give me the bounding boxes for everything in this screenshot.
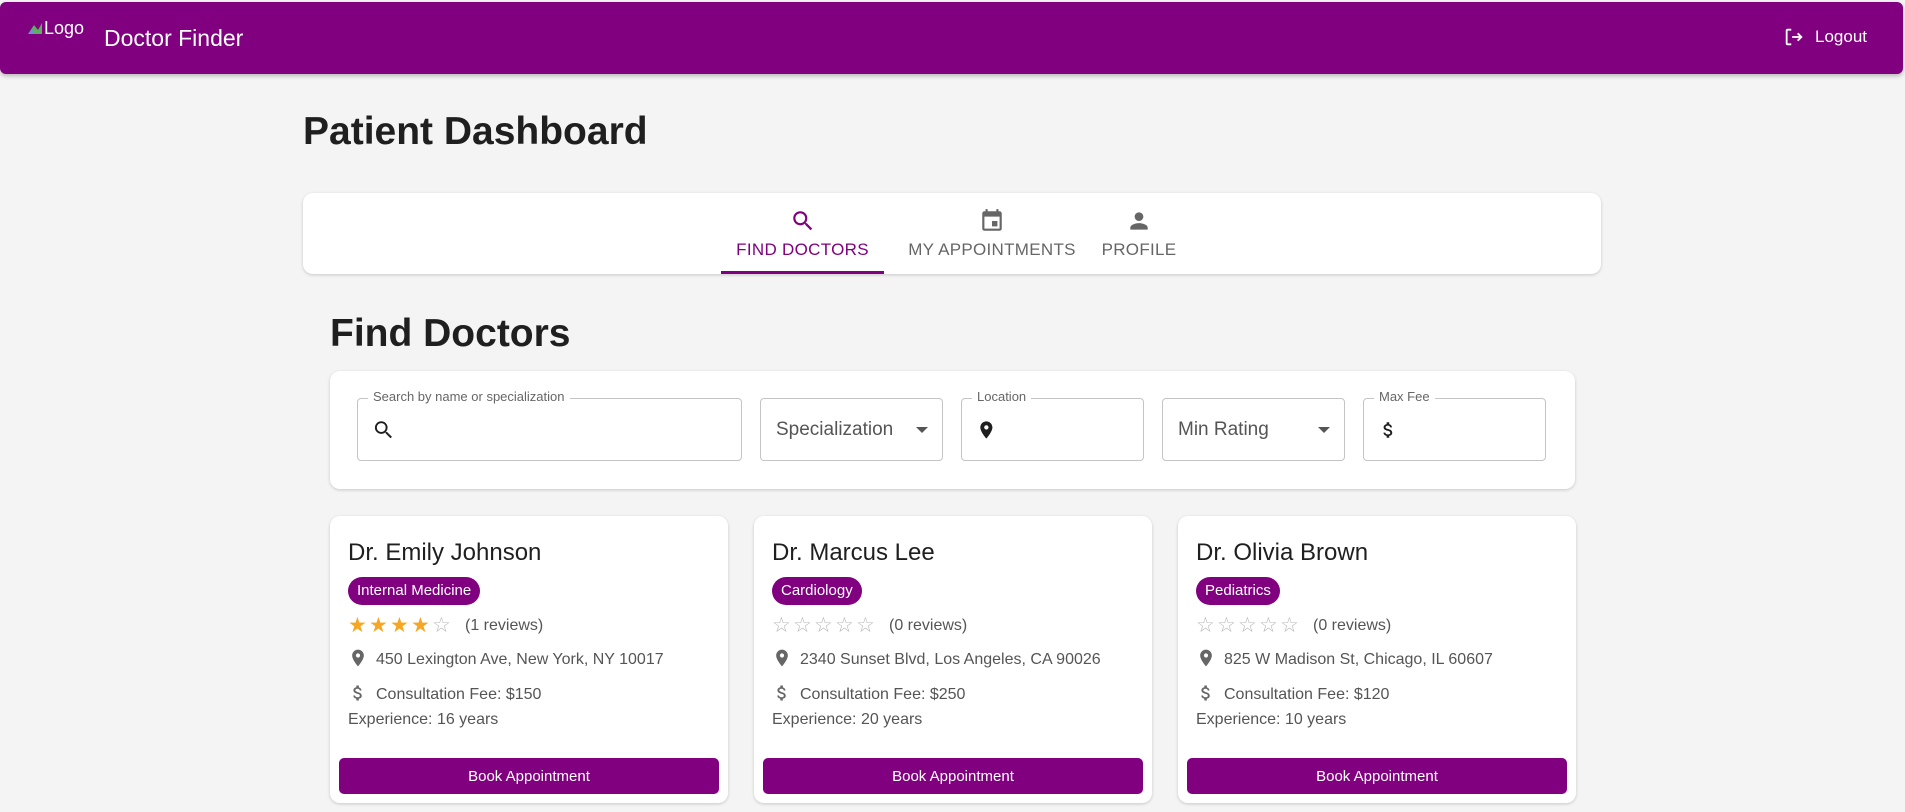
- star-empty-icon: ☆: [1238, 614, 1257, 637]
- doctor-name: Dr. Marcus Lee: [772, 539, 935, 566]
- specialization-chip: Pediatrics: [1196, 577, 1280, 605]
- star-filled-icon: ★: [348, 614, 367, 637]
- location-pin-icon: [352, 649, 364, 667]
- logout-label: Logout: [1815, 27, 1867, 46]
- rating-stars: ☆ ☆ ☆ ☆ ☆ (0 reviews): [1196, 615, 1391, 636]
- address-row: 825 W Madison St, Chicago, IL 60607: [1196, 647, 1493, 669]
- star-empty-icon: ☆: [835, 614, 854, 637]
- doctor-name: Dr. Emily Johnson: [348, 539, 542, 566]
- tab-label: MY APPOINTMENTS: [908, 239, 1076, 259]
- tab-my-appointments[interactable]: MY APPOINTMENTS: [896, 193, 1088, 274]
- star-empty-icon: ☆: [1217, 614, 1236, 637]
- review-count: (1 reviews): [465, 616, 544, 634]
- tab-find-doctors[interactable]: FIND DOCTORS: [721, 193, 884, 274]
- section-title: Find Doctors: [330, 312, 571, 355]
- search-icon: [792, 210, 812, 230]
- experience: Experience: 20 years: [772, 711, 923, 728]
- review-count: (0 reviews): [889, 616, 968, 634]
- consultation-fee: Consultation Fee: $250: [800, 686, 966, 703]
- star-empty-icon: ☆: [814, 614, 833, 637]
- specialization-chip: Cardiology: [772, 577, 862, 605]
- location-pin-icon: [980, 420, 993, 439]
- tab-label: PROFILE: [1101, 239, 1177, 259]
- max-fee-field-label: Max Fee: [1374, 389, 1435, 404]
- filter-panel: Search by name or specialization Special…: [330, 371, 1575, 489]
- address-row: 2340 Sunset Blvd, Los Angeles, CA 90026: [772, 647, 1101, 669]
- specialization-select[interactable]: Specialization: [760, 398, 943, 461]
- doctor-name: Dr. Olivia Brown: [1196, 539, 1369, 566]
- location-pin-icon: [776, 649, 788, 667]
- logout-button[interactable]: Logout: [1783, 26, 1867, 48]
- dollar-icon: [1201, 685, 1210, 701]
- person-icon: [1130, 211, 1148, 230]
- star-empty-icon: ☆: [1196, 614, 1215, 637]
- search-field-label: Search by name or specialization: [368, 389, 570, 404]
- tab-label: FIND DOCTORS: [736, 239, 869, 259]
- star-empty-icon: ☆: [1259, 614, 1278, 637]
- active-tab-indicator: [721, 271, 884, 274]
- star-empty-icon: ☆: [772, 614, 791, 637]
- experience: Experience: 16 years: [348, 711, 499, 728]
- chevron-down-icon: [1318, 426, 1330, 433]
- location-field[interactable]: Location: [961, 389, 1144, 461]
- page-title: Patient Dashboard: [303, 110, 648, 153]
- book-appointment-button[interactable]: Book Appointment: [763, 758, 1143, 794]
- doctor-card: Dr. Marcus Lee Cardiology ☆ ☆ ☆ ☆ ☆ (0 reviews)…: [754, 516, 1152, 803]
- star-empty-icon: ☆: [432, 614, 451, 637]
- book-appointment-button[interactable]: Book Appointment: [1187, 758, 1567, 794]
- location-pin-icon: [1200, 649, 1212, 667]
- star-filled-icon: ★: [390, 614, 409, 637]
- experience: Experience: 10 years: [1196, 711, 1347, 728]
- search-icon: [374, 420, 392, 438]
- dollar-icon: [777, 685, 786, 701]
- doctor-address: 825 W Madison St, Chicago, IL 60607: [1224, 651, 1493, 668]
- search-field[interactable]: Search by name or specialization: [357, 389, 742, 461]
- dollar-icon: [353, 685, 362, 701]
- address-row: 450 Lexington Ave, New York, NY 10017: [348, 647, 664, 669]
- doctor-card: Dr. Emily Johnson Internal Medicine ★ ★ ★ ★ ☆(…: [330, 516, 728, 803]
- dashboard-tabs: FIND DOCTORS MY APPOINTMENTS PROFILE: [303, 193, 1601, 274]
- tab-profile[interactable]: PROFILE: [1089, 193, 1189, 274]
- location-input[interactable]: [996, 399, 1143, 460]
- search-input[interactable]: [395, 399, 741, 460]
- review-count: (0 reviews): [1313, 616, 1392, 634]
- max-fee-input[interactable]: [1398, 399, 1545, 460]
- fee-row: Consultation Fee: $120: [1196, 682, 1389, 704]
- star-filled-icon: ★: [411, 614, 430, 637]
- dollar-icon: [1383, 421, 1393, 438]
- doctor-card: Dr. Olivia Brown Pediatrics ☆ ☆ ☆ ☆ ☆ (0 review…: [1178, 516, 1576, 803]
- max-fee-field[interactable]: Max Fee: [1363, 389, 1546, 461]
- broken-image-icon: [28, 22, 42, 34]
- app-bar: Logo Doctor Finder Logout: [0, 2, 1903, 74]
- rating-stars: ★ ★ ★ ★ ☆ (1 reviews): [348, 615, 543, 636]
- rating-stars: ☆ ☆ ☆ ☆ ☆ (0 reviews): [772, 615, 967, 636]
- fee-row: Consultation Fee: $150: [348, 682, 541, 704]
- min-rating-select-value: Min Rating: [1178, 418, 1269, 440]
- book-appointment-button[interactable]: Book Appointment: [339, 758, 719, 794]
- logout-icon: [1785, 28, 1803, 46]
- star-filled-icon: ★: [369, 614, 388, 637]
- consultation-fee: Consultation Fee: $120: [1224, 686, 1390, 703]
- logo[interactable]: Logo: [26, 18, 84, 39]
- chevron-down-icon: [916, 426, 928, 433]
- logo-alt-text: Logo: [44, 18, 85, 38]
- consultation-fee: Consultation Fee: $150: [376, 686, 542, 703]
- star-empty-icon: ☆: [793, 614, 812, 637]
- specialization-select-value: Specialization: [776, 418, 894, 440]
- specialization-chip: Internal Medicine: [348, 577, 481, 605]
- calendar-icon: [982, 208, 1002, 231]
- star-empty-icon: ☆: [856, 614, 875, 637]
- doctor-address: 450 Lexington Ave, New York, NY 10017: [376, 651, 664, 668]
- fee-row: Consultation Fee: $250: [772, 682, 965, 704]
- min-rating-select[interactable]: Min Rating: [1162, 398, 1345, 461]
- app-title: Doctor Finder: [104, 25, 244, 51]
- star-empty-icon: ☆: [1280, 614, 1299, 637]
- doctor-address: 2340 Sunset Blvd, Los Angeles, CA 90026: [800, 651, 1101, 668]
- location-field-label: Location: [972, 389, 1032, 404]
